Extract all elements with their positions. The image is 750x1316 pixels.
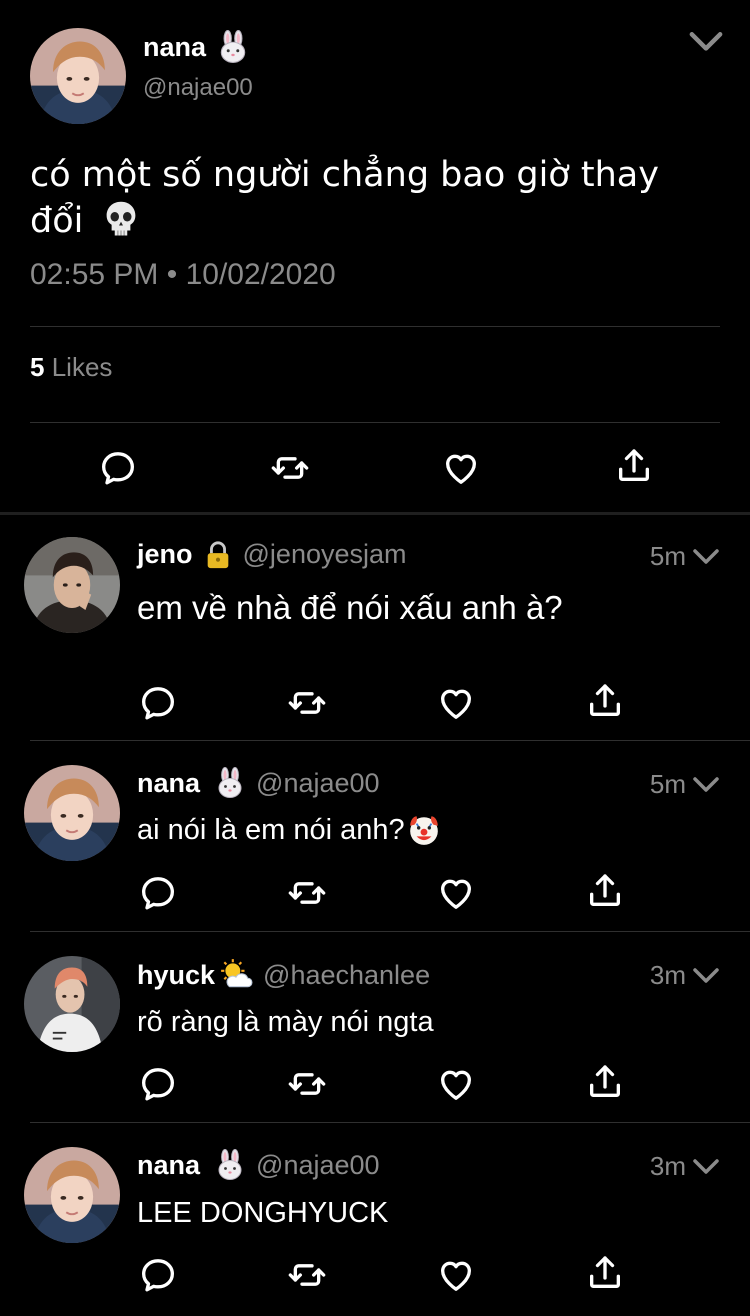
avatar[interactable] (24, 765, 120, 861)
reply-text-content: ai nói là em nói anh? (137, 813, 405, 846)
clown-face-icon (407, 813, 441, 847)
reply-time: 3m (649, 1151, 686, 1181)
rabbit-face-icon (214, 1149, 246, 1181)
reply-tweet[interactable]: nana @najae00 3m LEE DONGHYUCK (0, 1123, 750, 1316)
reply-header: jeno @jenoyesjam (137, 539, 407, 570)
reply-author-name[interactable]: nana (137, 768, 200, 799)
likes-count[interactable]: 5 Likes (30, 352, 112, 383)
like-icon[interactable] (436, 683, 476, 723)
rabbit-face-icon (216, 30, 250, 64)
reply-author-handle[interactable]: @najae00 (256, 768, 380, 799)
reply-time: 3m (649, 960, 686, 990)
author-name[interactable]: nana (143, 30, 250, 64)
chevron-down-icon[interactable] (692, 1157, 720, 1177)
retweet-icon[interactable] (287, 873, 327, 913)
reply-author-handle[interactable]: @najae00 (256, 1150, 380, 1181)
reply-text: rõ ràng là mày nói ngta (137, 1006, 434, 1039)
lock-icon (203, 540, 233, 570)
author-handle[interactable]: @najae00 (143, 74, 253, 102)
reply-text-content: LEE DONGHYUCK (137, 1197, 389, 1229)
likes-label: Likes (51, 352, 113, 382)
reply-author-handle[interactable]: @jenoyesjam (243, 539, 407, 570)
reply-icon[interactable] (138, 1064, 178, 1104)
retweet-icon[interactable] (287, 1064, 327, 1104)
skull-icon (101, 198, 141, 238)
retweet-icon[interactable] (287, 683, 327, 723)
reply-icon[interactable] (138, 1255, 178, 1295)
reply-text-content: rõ ràng là mày nói ngta (137, 1006, 434, 1038)
tweet-text-line1: có một số người chẳng bao giờ thay (30, 155, 659, 195)
divider (30, 326, 720, 327)
reply-text-content: em về nhà để nói xấu anh à? (137, 589, 563, 626)
like-icon[interactable] (436, 873, 476, 913)
author-name-text: nana (143, 31, 207, 62)
main-tweet: nana @najae00 có một số người chẳng bao … (0, 0, 750, 512)
reply-tweet[interactable]: nana @najae00 5m ai nói là em nói anh? (0, 741, 750, 932)
share-icon[interactable] (585, 871, 625, 911)
share-icon[interactable] (585, 681, 625, 721)
reply-author-name[interactable]: nana (137, 1150, 200, 1181)
reply-author-name[interactable]: jeno (137, 539, 193, 570)
avatar[interactable] (30, 28, 126, 124)
reply-author-name[interactable]: hyuck (137, 960, 215, 991)
share-icon[interactable] (614, 446, 654, 486)
reply-text: LEE DONGHYUCK (137, 1197, 388, 1230)
like-icon[interactable] (441, 448, 481, 488)
reply-header: nana @najae00 (137, 767, 380, 799)
chevron-down-icon[interactable] (688, 30, 724, 54)
share-icon[interactable] (585, 1062, 625, 1102)
chevron-down-icon[interactable] (692, 547, 720, 567)
reply-header: hyuck @haechanlee (137, 958, 430, 992)
reply-text: ai nói là em nói anh? (137, 813, 441, 847)
avatar[interactable] (24, 956, 120, 1052)
chevron-down-icon[interactable] (692, 775, 720, 795)
reply-text: em về nhà để nói xấu anh à? (137, 589, 563, 627)
tweet-text: có một số người chẳng bao giờ thay đổi (30, 152, 720, 244)
retweet-icon[interactable] (270, 448, 310, 488)
avatar[interactable] (24, 1147, 120, 1243)
sun-behind-cloud-icon (219, 958, 253, 992)
rabbit-face-icon (214, 767, 246, 799)
like-icon[interactable] (436, 1064, 476, 1104)
reply-tweet[interactable]: hyuck @haechanlee 3m rõ ràng là mày nói … (0, 932, 750, 1123)
likes-number: 5 (30, 352, 45, 382)
tweet-text-line2: đổi (30, 201, 84, 241)
reply-author-handle[interactable]: @haechanlee (263, 960, 430, 991)
reply-time: 5m (649, 769, 686, 799)
share-icon[interactable] (585, 1253, 625, 1293)
reply-header: nana @najae00 (137, 1149, 380, 1181)
avatar[interactable] (24, 537, 120, 633)
retweet-icon[interactable] (287, 1255, 327, 1295)
tweet-timestamp: 02:55 PM • 10/02/2020 (30, 258, 336, 291)
reply-icon[interactable] (138, 683, 178, 723)
chevron-down-icon[interactable] (692, 966, 720, 986)
reply-time: 5m (649, 541, 686, 571)
reply-tweet[interactable]: jeno @jenoyesjam 5m em về nhà để nói xấu… (0, 515, 750, 741)
reply-icon[interactable] (98, 448, 138, 488)
divider (30, 422, 720, 423)
like-icon[interactable] (436, 1255, 476, 1295)
reply-icon[interactable] (138, 873, 178, 913)
